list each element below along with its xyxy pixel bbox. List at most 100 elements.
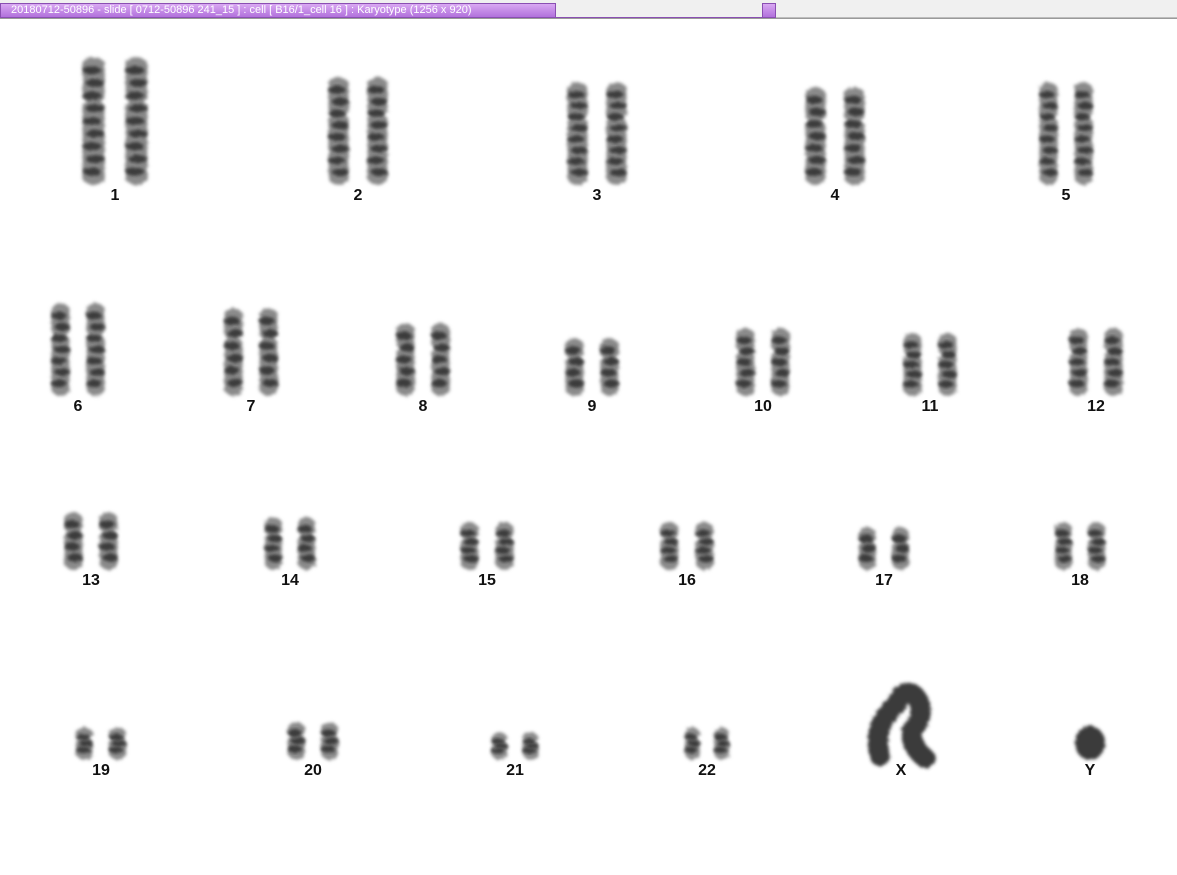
chromosome-pair-15[interactable] — [460, 522, 514, 570]
chromatid-left[interactable] — [903, 333, 922, 396]
chromatid-left[interactable] — [328, 77, 349, 185]
chromatid-right[interactable] — [1087, 522, 1106, 570]
chromatid-left[interactable] — [805, 87, 826, 185]
chromatid-right[interactable] — [713, 727, 730, 760]
chromosome-label-14: 14 — [281, 572, 299, 589]
chromatid-right[interactable] — [1104, 328, 1123, 396]
chromatid-left[interactable] — [396, 323, 415, 396]
chromosome-pair-18[interactable] — [1054, 522, 1106, 570]
chromatid-left[interactable] — [567, 82, 588, 185]
chromatid-right[interactable] — [320, 722, 339, 760]
chromosome-pair-6[interactable] — [51, 303, 105, 396]
karyogram-svg — [51, 57, 1123, 768]
chromatid-left[interactable] — [264, 517, 283, 570]
chromosome-label-10: 10 — [754, 398, 772, 415]
chromosome-pair-20[interactable] — [287, 722, 339, 760]
chromatid-left[interactable] — [565, 338, 584, 396]
chromosome-label-11: 11 — [921, 398, 939, 415]
chromosome-label-20: 20 — [304, 762, 322, 779]
chromatid-right[interactable] — [1074, 82, 1093, 185]
chromosome-pair-16[interactable] — [660, 522, 714, 570]
chromatid-right[interactable] — [938, 333, 957, 396]
chromosome-y[interactable] — [1075, 726, 1105, 760]
chromosome-pair-y[interactable] — [1075, 726, 1105, 760]
chromosome-label-19: 19 — [92, 762, 110, 779]
chromatid-right[interactable] — [259, 308, 278, 396]
chromatid-right[interactable] — [522, 732, 539, 760]
chromatid-right[interactable] — [771, 328, 790, 396]
chromatid-right[interactable] — [108, 727, 127, 760]
chromatid-left[interactable] — [1054, 522, 1073, 570]
chromosome-label-4: 4 — [830, 187, 840, 204]
chromosome-label-3: 3 — [592, 187, 602, 204]
chromosome-label-7: 7 — [246, 398, 256, 415]
chromosome-label-12: 12 — [1087, 398, 1105, 415]
chromosome-pair-21[interactable] — [491, 732, 539, 760]
chromatid-right[interactable] — [600, 338, 619, 396]
chromosome-pair-2[interactable] — [328, 77, 388, 185]
chromosome-pair-7[interactable] — [224, 308, 278, 396]
chromatid-left[interactable] — [858, 527, 877, 570]
chromatid-left[interactable] — [1039, 82, 1058, 185]
chromosome-pair-9[interactable] — [565, 338, 619, 396]
chromosome-pair-14[interactable] — [264, 517, 316, 570]
chromatid-right[interactable] — [695, 522, 714, 570]
chromatid-right[interactable] — [99, 512, 118, 570]
tab-handle[interactable] — [762, 3, 776, 18]
chromosome-label-9: 9 — [587, 398, 597, 415]
chromosome-x[interactable] — [867, 682, 935, 768]
window-titlebar: 20180712-50896 - slide [ 0712-50896 241_… — [0, 0, 1177, 19]
chromosome-label-18: 18 — [1071, 572, 1089, 589]
chromatid-left[interactable] — [51, 303, 70, 396]
chromatid-left[interactable] — [82, 57, 105, 185]
chromosome-pair-22[interactable] — [684, 727, 730, 760]
chromosome-pair-11[interactable] — [903, 333, 957, 396]
chromatid-right[interactable] — [495, 522, 514, 570]
chromosome-label-y: Y — [1084, 762, 1096, 779]
chromatid-left[interactable] — [660, 522, 679, 570]
chromatid-right[interactable] — [86, 303, 105, 396]
chromatid-left[interactable] — [684, 727, 701, 760]
chromatid-right[interactable] — [367, 77, 388, 185]
chromatid-left[interactable] — [224, 308, 243, 396]
chromosome-label-2: 2 — [353, 187, 363, 204]
chromosome-label-x: X — [895, 762, 907, 779]
chromosome-pair-4[interactable] — [805, 87, 865, 185]
chromosome-label-5: 5 — [1061, 187, 1071, 204]
chromatid-right[interactable] — [606, 82, 627, 185]
chromosome-pair-8[interactable] — [396, 323, 450, 396]
chromosome-pair-17[interactable] — [858, 527, 910, 570]
chromosome-label-17: 17 — [875, 572, 893, 589]
tab-underline — [556, 17, 762, 18]
chromatid-left[interactable] — [460, 522, 479, 570]
chromosome-label-15: 15 — [478, 572, 496, 589]
chromatid-left[interactable] — [64, 512, 83, 570]
chromosome-label-13: 13 — [82, 572, 100, 589]
chromosome-pair-x[interactable] — [867, 682, 935, 768]
chromosome-pair-19[interactable] — [75, 727, 127, 760]
window-title[interactable]: 20180712-50896 - slide [ 0712-50896 241_… — [0, 3, 556, 18]
chromatid-right[interactable] — [125, 57, 148, 185]
chromosome-label-21: 21 — [506, 762, 524, 779]
chromatid-right[interactable] — [844, 87, 865, 185]
chromatid-left[interactable] — [287, 722, 306, 760]
chromosome-pair-10[interactable] — [736, 328, 790, 396]
chromatid-left[interactable] — [75, 727, 94, 760]
chromatid-right[interactable] — [891, 527, 910, 570]
chromatid-right[interactable] — [297, 517, 316, 570]
chromosome-pair-5[interactable] — [1039, 82, 1093, 185]
karyogram-canvas: 1 2 3 4 5 6 7 8 9 10 11 12 13 14 15 16 17 18 19 20 21 22 X Y — [0, 19, 1177, 870]
chromosome-pair-12[interactable] — [1069, 328, 1123, 396]
chromosome-label-8: 8 — [418, 398, 428, 415]
chromatid-right[interactable] — [431, 323, 450, 396]
chromosome-pair-13[interactable] — [64, 512, 118, 570]
chromatid-left[interactable] — [1069, 328, 1088, 396]
chromosome-label-1: 1 — [110, 187, 120, 204]
chromosome-label-6: 6 — [73, 398, 83, 415]
tab-divider — [776, 17, 1177, 18]
chromatid-left[interactable] — [736, 328, 755, 396]
chromatid-left[interactable] — [491, 732, 508, 760]
chromosome-label-22: 22 — [698, 762, 716, 779]
chromosome-pair-1[interactable] — [82, 57, 148, 185]
chromosome-pair-3[interactable] — [567, 82, 627, 185]
